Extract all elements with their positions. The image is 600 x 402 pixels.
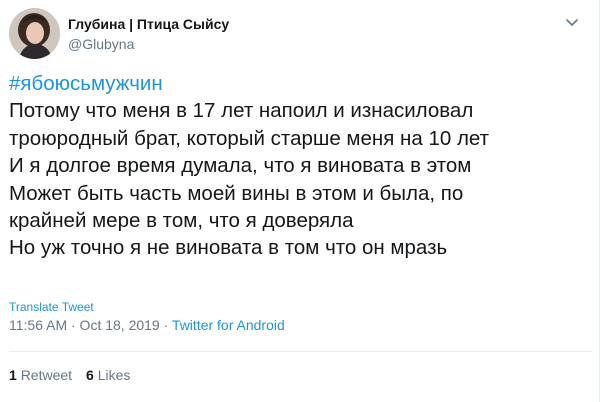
retweets-count: 1	[9, 367, 17, 383]
retweets-label: Retweet	[20, 367, 73, 383]
tweet-text-line: Может быть часть моей вины в этом и была…	[9, 181, 464, 205]
tweet-header: Глубина | Птица Сыйсу @Glubyna	[9, 8, 592, 60]
retweets-stat[interactable]: 1 Retweet	[9, 367, 72, 383]
avatar[interactable]	[9, 8, 60, 59]
avatar-photo	[9, 8, 60, 59]
tweet-source-link[interactable]: Twitter for Android	[172, 317, 285, 333]
tweet-text-line: Потому что меня в 17 лет напоил и изнаси…	[9, 99, 474, 123]
tweet-text-line: крайней мере в том, что я доверяла	[9, 209, 354, 233]
tweet-card: Глубина | Птица Сыйсу @Glubyna #ябоюсьму…	[0, 0, 600, 402]
tweet-text-line: Но уж точно я не виновата в том что он м…	[9, 236, 448, 260]
translate-tweet-link[interactable]: Translate Tweet	[9, 300, 94, 314]
tweet-meta: 11:56 AM · Oct 18, 2019 · Twitter for An…	[9, 317, 285, 333]
tweet-timestamp[interactable]: 11:56 AM · Oct 18, 2019	[9, 317, 160, 333]
meta-separator: ·	[159, 317, 172, 333]
tweet-text-line: И я долгое время думала, что я виновата …	[9, 154, 472, 178]
likes-stat[interactable]: 6 Likes	[86, 367, 130, 383]
author-block: Глубина | Птица Сыйсу @Glubyna	[68, 15, 229, 53]
hashtag-link[interactable]: #ябоюсьмужчин	[9, 72, 163, 95]
author-display-name[interactable]: Глубина | Птица Сыйсу	[68, 15, 229, 33]
likes-label: Likes	[97, 367, 131, 383]
tweet-text: #ябоюсьмужчин Потому что меня в 17 лет н…	[9, 70, 589, 262]
tweet-text-line: троюродный брат, который старше меня на …	[9, 126, 490, 150]
likes-count: 6	[86, 367, 94, 383]
author-handle[interactable]: @Glubyna	[68, 35, 229, 53]
tweet-stats: 1 Retweet 6 Likes	[9, 367, 130, 383]
divider	[9, 351, 592, 352]
chevron-down-icon[interactable]	[564, 14, 580, 30]
